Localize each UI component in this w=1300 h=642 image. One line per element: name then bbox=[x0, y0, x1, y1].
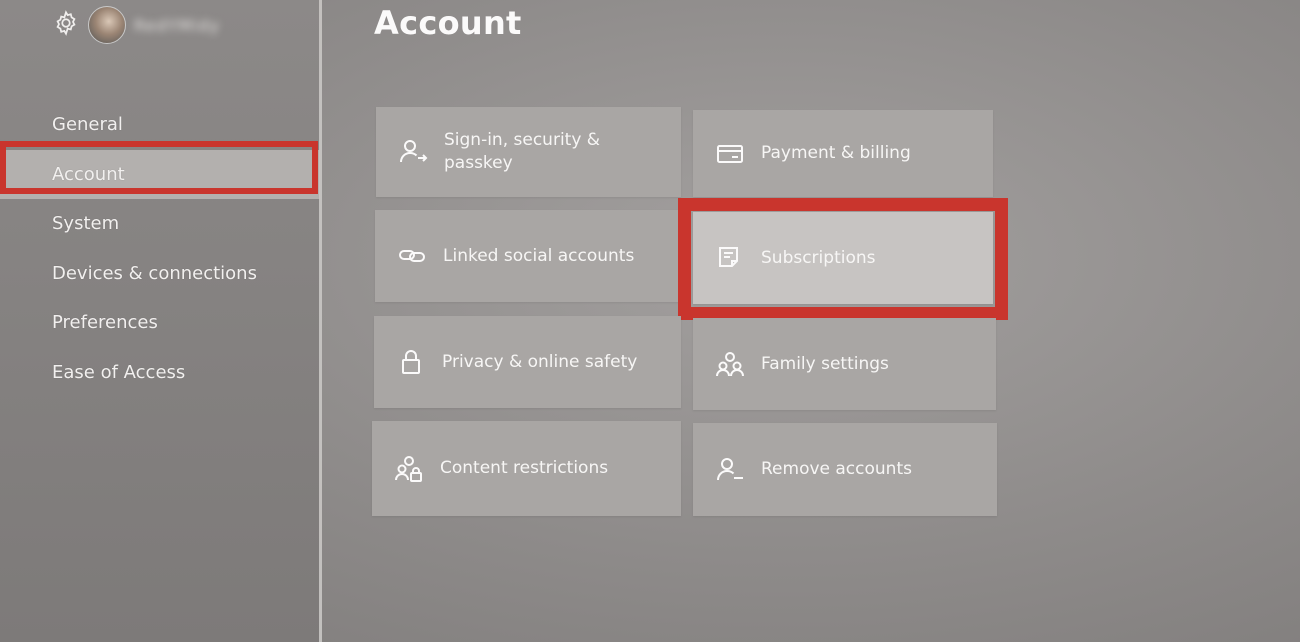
page-title: Account bbox=[374, 4, 522, 42]
nav-item-devices-connections[interactable]: Devices & connections bbox=[0, 249, 320, 299]
tile-label: Linked social accounts bbox=[443, 245, 635, 266]
tile-label: Subscriptions bbox=[761, 247, 876, 268]
nav-item-preferences[interactable]: Preferences bbox=[0, 298, 320, 348]
tile-remove-accounts[interactable]: Remove accounts bbox=[693, 423, 997, 516]
nav-item-account[interactable]: Account bbox=[0, 149, 320, 199]
family-icon bbox=[715, 349, 745, 379]
tile-label: Remove accounts bbox=[761, 459, 912, 480]
sidebar-divider bbox=[319, 0, 322, 642]
nav-item-general[interactable]: General bbox=[0, 100, 320, 150]
person-minus-icon bbox=[715, 455, 745, 485]
tile-sign-in-security[interactable]: Sign-in, security & passkey bbox=[376, 107, 681, 197]
gamertag: RedYMidy bbox=[134, 15, 221, 35]
tile-subscriptions[interactable]: Subscriptions bbox=[693, 212, 993, 304]
person-arrow-icon bbox=[398, 137, 428, 167]
tile-label: Privacy & online safety bbox=[442, 351, 638, 372]
gear-icon[interactable] bbox=[52, 9, 80, 41]
settings-nav: General Account System Devices & connect… bbox=[0, 100, 320, 397]
tile-label: Content restrictions bbox=[440, 458, 609, 479]
avatar[interactable] bbox=[88, 6, 126, 44]
tile-payment-billing[interactable]: Payment & billing bbox=[693, 110, 993, 197]
tile-label: Sign-in, security & passkey bbox=[444, 130, 601, 173]
tile-label: Family settings bbox=[761, 353, 889, 374]
tile-privacy-online-safety[interactable]: Privacy & online safety bbox=[374, 316, 681, 408]
lock-icon bbox=[396, 347, 426, 377]
credit-card-icon bbox=[715, 139, 745, 169]
subscriptions-icon bbox=[715, 243, 745, 273]
profile-header: RedYMidy bbox=[52, 6, 220, 44]
tile-family-settings[interactable]: Family settings bbox=[693, 318, 996, 410]
nav-item-ease-of-access[interactable]: Ease of Access bbox=[0, 348, 320, 398]
nav-item-system[interactable]: System bbox=[0, 199, 320, 249]
tile-content-restrictions[interactable]: Content restrictions bbox=[372, 421, 681, 516]
tile-linked-social-accounts[interactable]: Linked social accounts bbox=[375, 210, 680, 302]
sidebar: RedYMidy General Account System Devices … bbox=[0, 0, 320, 642]
link-icon bbox=[397, 241, 427, 271]
tile-label: Payment & billing bbox=[761, 143, 911, 164]
people-lock-icon bbox=[394, 454, 424, 484]
